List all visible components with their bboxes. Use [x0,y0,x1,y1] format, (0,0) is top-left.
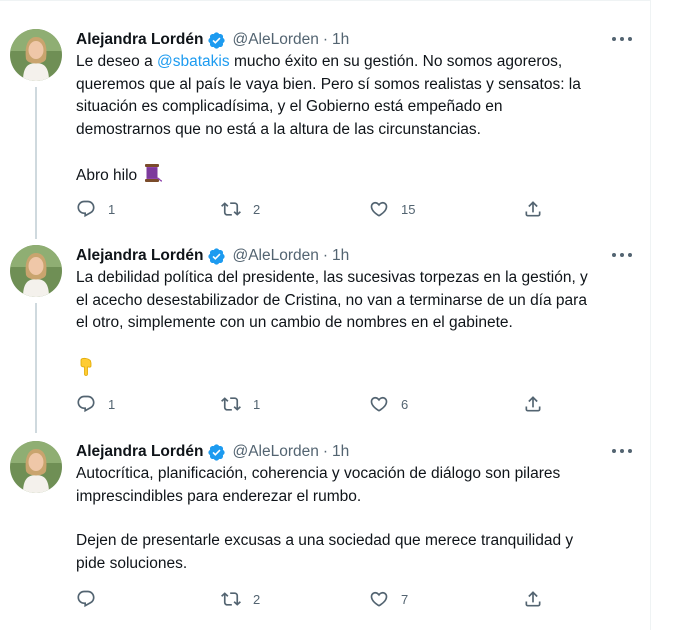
author-name[interactable]: Alejandra Lordén [76,443,203,461]
reply-button[interactable] [76,588,108,610]
tweet-header: Alejandra Lordén @AleLorden · 1h [76,30,349,50]
tweet-time[interactable]: 1h [332,247,349,265]
share-button[interactable] [523,198,543,220]
text-line: situación es complicadísima, y el Gobier… [76,98,503,115]
share-button[interactable] [523,588,543,610]
reply-button[interactable]: 1 [76,393,115,415]
reply-count: 1 [108,396,116,412]
tweet-actions: 2 7 [76,588,636,610]
retweet-button[interactable]: 2 [221,198,260,220]
avatar[interactable] [10,245,62,297]
mention-link[interactable]: @sbatakis [157,53,230,70]
text-line: el otro, simplemente con un cambio de no… [76,314,513,331]
text-line: Dejen de presentarle excusas a una socie… [76,532,574,549]
tweet-text: Autocrítica, planificación, coherencia y… [76,463,636,575]
retweet-icon [221,202,241,216]
tweet-actions: 1 2 15 [76,198,636,220]
reply-icon [77,590,95,608]
retweet-count: 2 [253,201,261,217]
text-line: mucho éxito en su gestión. No somos agor… [233,53,563,70]
like-count: 15 [401,201,416,217]
reply-icon [77,395,95,413]
like-button[interactable]: 15 [369,198,415,220]
avatar[interactable] [10,29,62,81]
text-line: La debilidad política del presidente, la… [76,269,588,286]
retweet-button[interactable]: 1 [221,393,260,415]
heart-icon [370,591,388,607]
share-icon [525,396,541,412]
tweet-header: Alejandra Lordén @AleLorden · 1h [76,442,349,462]
retweet-icon [221,592,241,606]
author-name[interactable]: Alejandra Lordén [76,247,203,265]
separator-dot: · [322,31,329,48]
separator-dot: · [322,443,329,460]
tweet-header: Alejandra Lordén @AleLorden · 1h [76,246,349,266]
tweet-text: La debilidad política del presidente, la… [76,267,636,384]
retweet-count: 2 [253,591,261,607]
heart-icon [370,396,388,412]
verified-badge-icon [207,443,226,462]
share-icon [525,201,541,217]
reply-count: 1 [108,201,116,217]
tweet[interactable]: Alejandra Lordén @AleLorden · 1h Le dese… [0,29,651,229]
tweet-time[interactable]: 1h [332,31,349,49]
more-options-icon[interactable] [612,33,632,45]
author-handle[interactable]: @AleLorden [232,31,318,49]
text-line: pide soluciones. [76,554,188,572]
pointing-down-hand-icon [76,357,96,385]
tweet[interactable]: Alejandra Lordén @AleLorden · 1h La debi… [0,245,651,425]
text-line: el acecho desestabilizador de Cristina, … [76,291,587,309]
author-handle[interactable]: @AleLorden [232,443,318,461]
text-line: queremos que al país le vaya bien. Pero … [76,75,581,93]
timeline-frame: Alejandra Lordén @AleLorden · 1h Le dese… [0,0,651,630]
heart-icon [370,201,388,217]
author-handle[interactable]: @AleLorden [232,247,318,265]
like-button[interactable]: 7 [369,588,408,610]
tweet[interactable]: Alejandra Lordén @AleLorden · 1h Autocrí… [0,441,651,621]
thread-spool-icon [142,163,162,191]
like-count: 6 [401,396,409,412]
more-options-icon[interactable] [612,249,632,261]
like-button[interactable]: 6 [369,393,408,415]
retweet-button[interactable]: 2 [221,588,260,610]
share-button[interactable] [523,393,543,415]
share-icon [525,591,541,607]
like-count: 7 [401,591,409,607]
verified-badge-icon [207,31,226,50]
tweet-actions: 1 1 6 [76,393,636,415]
author-name[interactable]: Alejandra Lordén [76,31,203,49]
more-options-icon[interactable] [612,445,632,457]
text-line: Autocrítica, planificación, coherencia y… [76,465,561,482]
retweet-count: 1 [253,396,261,412]
avatar[interactable] [10,441,62,493]
separator-dot: · [322,247,329,264]
closing-text: Abro hilo [76,167,138,184]
verified-badge-icon [207,247,226,266]
tweet-text: Le deseo a @sbatakis mucho éxito en su g… [76,51,636,191]
text-prefix: Le deseo a [76,53,158,70]
reply-icon [77,200,95,218]
reply-button[interactable]: 1 [76,198,115,220]
tweet-time[interactable]: 1h [332,443,349,461]
retweet-icon [221,397,241,411]
text-line: imprescindibles para enderezar el rumbo. [76,487,362,505]
text-line: demostrarnos que no está a la altura de … [76,120,481,138]
